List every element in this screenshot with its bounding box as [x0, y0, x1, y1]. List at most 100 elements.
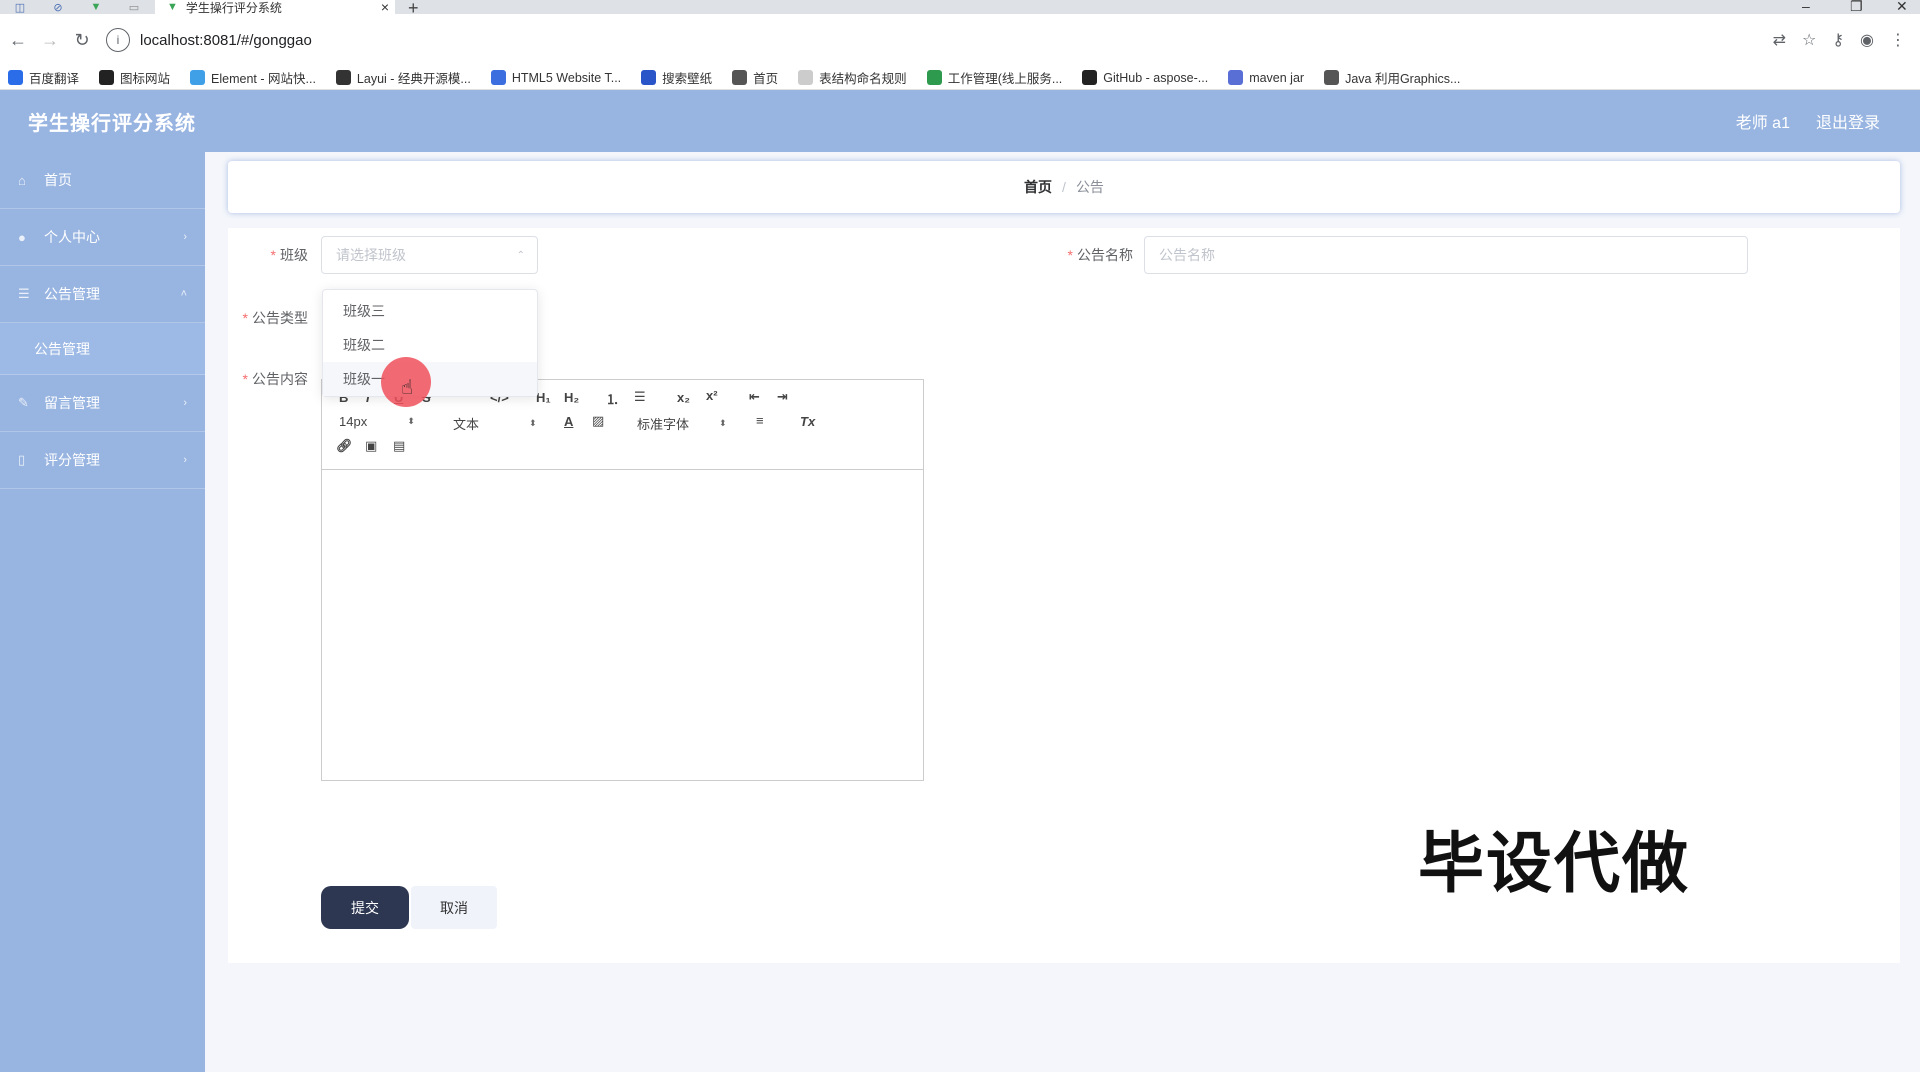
message-icon: ✎: [18, 395, 29, 410]
bookmark-item[interactable]: 百度翻译: [8, 68, 79, 87]
align-icon[interactable]: ≡: [756, 413, 764, 428]
bookmark-icon: [1324, 70, 1340, 85]
star-icon[interactable]: ☆: [1802, 30, 1816, 50]
logout-link[interactable]: 退出登录: [1816, 109, 1880, 133]
bullet-list-icon[interactable]: ☰: [634, 389, 646, 405]
bookmark-icon: [1082, 70, 1098, 85]
bookmark-icon: [99, 70, 115, 85]
watermark-text: 毕设代做: [1418, 825, 1690, 902]
back-icon[interactable]: ←: [2, 30, 34, 51]
app-title: 学生操行评分系统: [28, 112, 196, 135]
pinned-tab-1[interactable]: ◫: [8, 0, 32, 14]
bookmark-item[interactable]: GitHub - aspose-...: [1082, 70, 1208, 85]
bookmark-icon: [926, 70, 942, 85]
subscript-icon[interactable]: x₂: [677, 390, 690, 405]
indent-icon[interactable]: ⇥: [777, 389, 788, 405]
bookmark-item[interactable]: maven jar: [1228, 70, 1304, 85]
updown-icon: ⬍: [719, 418, 727, 428]
clear-format-icon[interactable]: Tx: [800, 414, 815, 429]
sidebar: ⌂ 首页 ● 个人中心 › ☰ 公告管理 ˄ 公告管理 ✎ 留言管理 › ▯ 评…: [0, 152, 205, 1072]
menu-icon: ☰: [18, 286, 30, 301]
more-icon[interactable]: ⋮: [1890, 30, 1906, 50]
sidebar-item-messages[interactable]: ✎ 留言管理 ›: [0, 375, 205, 432]
class-select-placeholder: 请选择班级: [336, 247, 406, 263]
window-close-icon[interactable]: ✕: [1896, 0, 1908, 15]
chevron-up-icon: ⌃: [516, 249, 525, 261]
updown-icon: ⬍: [407, 416, 415, 426]
bookmark-icon: [1228, 70, 1244, 85]
bookmark-label: maven jar: [1249, 70, 1305, 85]
breadcrumb-home[interactable]: 首页: [1024, 177, 1052, 197]
translate-icon[interactable]: ⇄: [1773, 30, 1786, 50]
sidebar-item-home[interactable]: ⌂ 首页: [0, 152, 205, 209]
bookmark-item[interactable]: 首页: [732, 68, 778, 87]
bookmark-icon: [335, 70, 351, 85]
bookmark-item[interactable]: 工作管理(线上服务...: [926, 68, 1062, 87]
heading1-icon[interactable]: H₁: [536, 390, 551, 405]
breadcrumb-current: 公告: [1075, 179, 1104, 195]
dropdown-option[interactable]: 班级三: [323, 294, 537, 328]
bookmark-item[interactable]: 表结构命名规则: [798, 68, 907, 87]
sidebar-item-announcements[interactable]: ☰ 公告管理 ˄: [0, 266, 205, 323]
url-field[interactable]: i localhost:8081/#/gonggao: [106, 23, 1773, 57]
bookmark-item[interactable]: 搜索壁纸: [641, 68, 712, 87]
class-select[interactable]: 请选择班级 ⌃: [321, 236, 538, 274]
active-tab[interactable]: ▼ 学生操行评分系统 ×: [155, 0, 395, 15]
cancel-button[interactable]: 取消: [411, 886, 497, 929]
bookmark-item[interactable]: Element - 网站快...: [190, 68, 316, 87]
pinned-tab-4[interactable]: ▭: [122, 0, 146, 14]
dropdown-option[interactable]: 班级二: [323, 328, 537, 362]
score-icon: ▯: [18, 452, 26, 467]
background-color-icon[interactable]: ▨: [592, 413, 604, 429]
type-label: * 公告类型: [242, 310, 308, 326]
image-icon[interactable]: ▣: [365, 438, 377, 454]
close-tab-icon[interactable]: ×: [375, 0, 395, 15]
link-icon[interactable]: 🔗︎: [336, 438, 353, 454]
current-user: 老师 a1: [1735, 115, 1790, 132]
chevron-up-icon: ˄: [180, 288, 187, 300]
bookmark-item[interactable]: HTML5 Website T...: [490, 70, 621, 85]
sidebar-item-scores[interactable]: ▯ 评分管理 ›: [0, 432, 205, 489]
font-size-select[interactable]: 14px ⬍: [339, 414, 415, 429]
heading2-icon[interactable]: H₂: [564, 390, 579, 405]
content-label: * 公告内容: [242, 371, 308, 387]
app-header: 学生操行评分系统 老师 a1 退出登录: [0, 90, 1920, 152]
superscript-icon[interactable]: x²: [706, 388, 718, 403]
key-icon[interactable]: ⚷: [1832, 30, 1844, 50]
sidebar-item-label: 留言管理: [44, 395, 100, 411]
forward-icon[interactable]: →: [34, 30, 66, 51]
pinned-tab-2[interactable]: ⊘: [46, 0, 70, 14]
sidebar-item-label: 个人中心: [44, 229, 100, 245]
editor-content-area[interactable]: [322, 470, 923, 780]
name-label: * 公告名称: [1067, 247, 1133, 263]
text-style-select[interactable]: 文本 ⬍: [453, 414, 537, 433]
announcement-name-input[interactable]: 公告名称: [1144, 236, 1748, 274]
sidebar-subitem-announcements[interactable]: 公告管理: [0, 323, 205, 375]
bookmark-label: 百度翻译: [29, 72, 80, 86]
reload-icon[interactable]: ↻: [66, 30, 98, 51]
sidebar-item-label: 评分管理: [44, 452, 100, 468]
bookmark-item[interactable]: Java 利用Graphics...: [1324, 68, 1460, 87]
minimize-icon[interactable]: –: [1802, 0, 1810, 14]
name-placeholder: 公告名称: [1159, 247, 1215, 263]
class-label: * 班级: [270, 247, 308, 263]
bookmark-label: Java 利用Graphics...: [1345, 72, 1461, 86]
bookmark-label: GitHub - aspose-...: [1103, 70, 1209, 85]
bookmark-label: Element - 网站快...: [211, 72, 316, 86]
outdent-icon[interactable]: ⇤: [749, 389, 760, 405]
font-family-select[interactable]: 标准字体 ⬍: [637, 414, 727, 433]
bookmark-item[interactable]: Layui - 经典开源模...: [335, 68, 471, 87]
profile-icon[interactable]: ◉: [1860, 30, 1874, 50]
font-color-icon[interactable]: A: [564, 414, 573, 429]
sidebar-item-profile[interactable]: ● 个人中心 ›: [0, 209, 205, 266]
bookmark-icon: [641, 70, 657, 85]
pinned-tab-3[interactable]: ▼: [84, 0, 108, 14]
restore-icon[interactable]: ❐: [1850, 0, 1863, 15]
updown-icon: ⬍: [529, 418, 537, 428]
bookmark-item[interactable]: 图标网站: [99, 68, 170, 87]
bookmark-label: 搜索壁纸: [662, 72, 713, 86]
info-icon[interactable]: i: [106, 28, 130, 52]
submit-button[interactable]: 提交: [321, 886, 409, 929]
video-icon[interactable]: ▤: [393, 438, 405, 454]
ordered-list-icon[interactable]: ⒈: [606, 389, 619, 408]
